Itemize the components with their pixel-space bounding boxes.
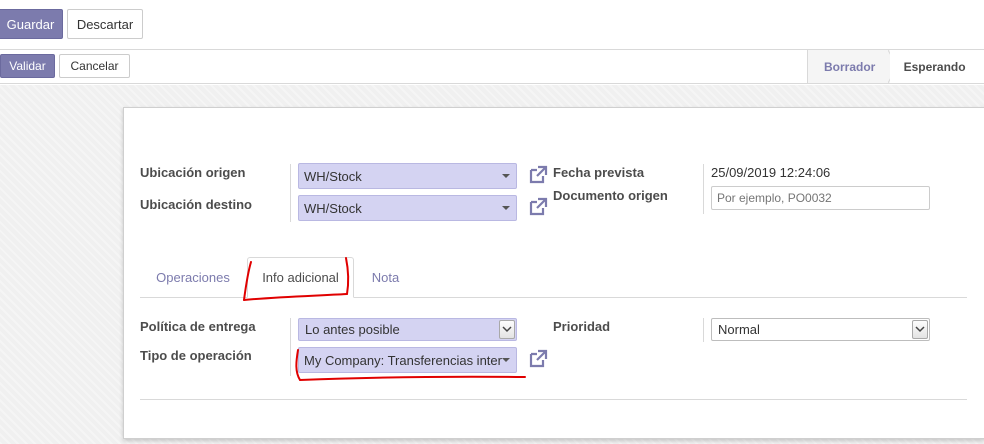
source-doc-input[interactable] xyxy=(711,186,930,210)
stage-waiting[interactable]: Esperando xyxy=(889,50,984,83)
validate-button[interactable]: Validar xyxy=(0,54,55,78)
section-divider xyxy=(140,399,967,400)
source-doc-label: Documento origen xyxy=(553,188,668,203)
delivery-policy-value: Lo antes posible xyxy=(305,322,400,337)
discard-button[interactable]: Descartar xyxy=(67,9,143,39)
select-arrow-icon[interactable] xyxy=(912,320,928,339)
tab-operations[interactable]: Operaciones xyxy=(143,258,243,297)
label-separator xyxy=(703,164,704,214)
stage-draft[interactable]: Borrador xyxy=(808,50,890,83)
operation-type-field[interactable]: My Company: Transferencias inter xyxy=(298,347,517,373)
caret-down-icon[interactable] xyxy=(502,174,510,178)
caret-down-icon[interactable] xyxy=(502,206,510,210)
source-location-field[interactable]: WH/Stock xyxy=(298,163,517,189)
stage-bar: Borrador Esperando xyxy=(807,50,984,84)
caret-down-icon[interactable] xyxy=(502,358,510,362)
operation-type-label: Tipo de operación xyxy=(140,348,252,363)
control-panel: Guardar Descartar xyxy=(0,0,984,50)
dest-location-field[interactable]: WH/Stock xyxy=(298,195,517,221)
external-link-icon[interactable] xyxy=(528,349,548,369)
priority-value: Normal xyxy=(718,322,760,337)
save-button[interactable]: Guardar xyxy=(0,9,63,39)
tab-additional-info[interactable]: Info adicional xyxy=(247,257,354,298)
dest-location-label: Ubicación destino xyxy=(140,197,252,212)
operation-type-value: My Company: Transferencias inter xyxy=(304,352,502,368)
source-location-value: WH/Stock xyxy=(304,168,362,184)
external-link-icon[interactable] xyxy=(528,165,548,185)
label-separator xyxy=(290,318,291,376)
priority-label: Prioridad xyxy=(553,319,611,334)
delivery-policy-label: Política de entrega xyxy=(140,319,256,334)
tab-note[interactable]: Nota xyxy=(358,258,413,297)
cancel-button[interactable]: Cancelar xyxy=(59,54,130,78)
priority-select[interactable]: Normal xyxy=(711,318,930,341)
label-separator xyxy=(290,164,291,222)
scheduled-date-value[interactable]: 25/09/2019 12:24:06 xyxy=(711,165,830,180)
external-link-icon[interactable] xyxy=(528,197,548,217)
label-separator xyxy=(703,318,704,342)
status-bar: Validar Cancelar Borrador Esperando xyxy=(0,50,984,84)
dest-location-value: WH/Stock xyxy=(304,200,362,216)
source-location-label: Ubicación origen xyxy=(140,165,246,180)
select-arrow-icon[interactable] xyxy=(499,320,515,339)
scheduled-date-label: Fecha prevista xyxy=(553,165,645,180)
delivery-policy-select[interactable]: Lo antes posible xyxy=(298,318,517,341)
